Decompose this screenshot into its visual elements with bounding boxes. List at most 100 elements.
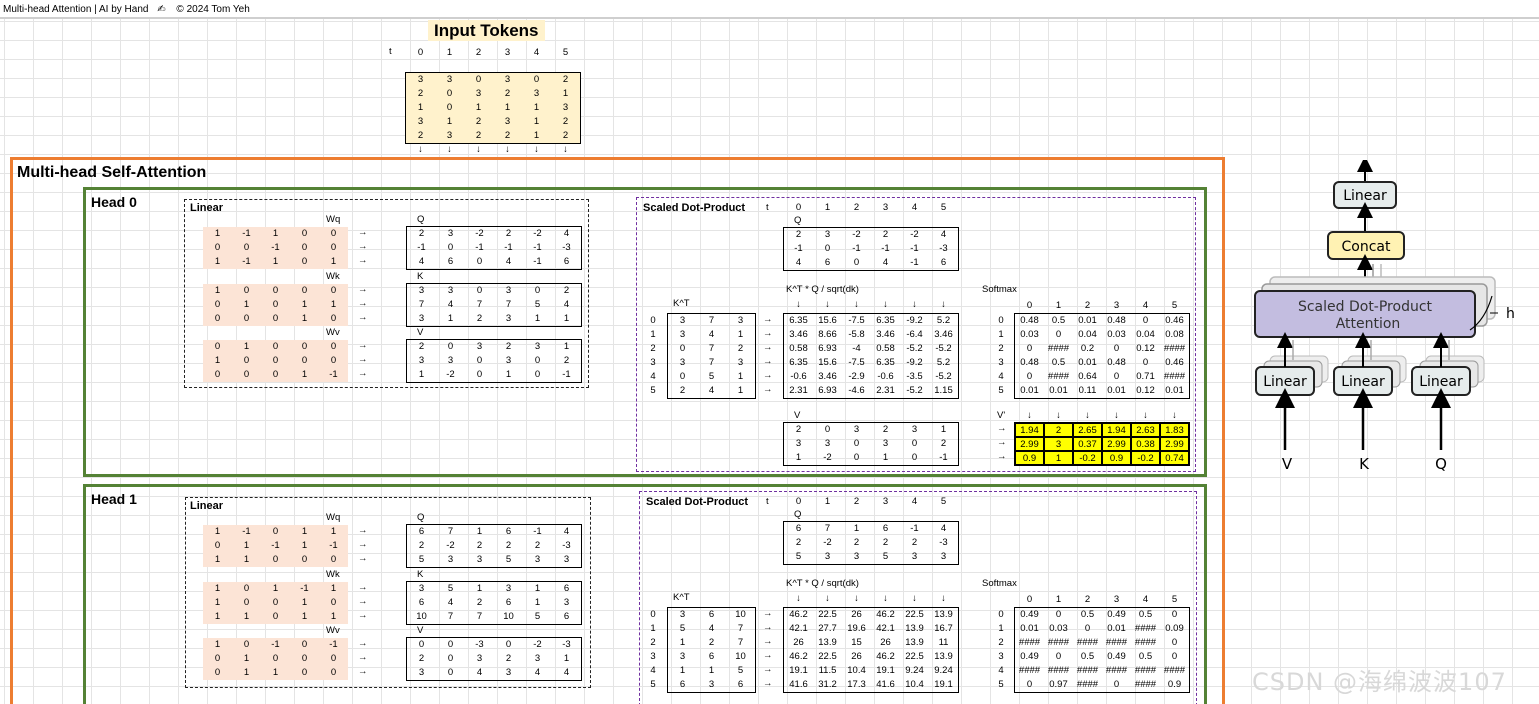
softmax-matrix-cell: 0.2 [1080, 343, 1095, 354]
q-matrix-cell: -1 [533, 242, 542, 253]
softmax-matrix-cell: 0.9 [1167, 679, 1182, 690]
softmax-row-index: 2 [998, 637, 1004, 648]
kt-matrix-cell: 10 [735, 651, 746, 662]
kt-matrix-cell: 5 [737, 665, 744, 676]
q-matrix-cell: 6 [418, 526, 425, 537]
scores-matrix-cell: -4.6 [848, 385, 865, 396]
head-1-title: Head 1 [91, 491, 137, 507]
right-arrow-icon: → [358, 610, 368, 621]
sdp-q-matrix-cell: 7 [824, 523, 831, 534]
input-token-cell: 2 [504, 130, 511, 141]
k-matrix-cell: 10 [416, 611, 427, 622]
wq-matrix-cell: 0 [214, 242, 221, 253]
wv-matrix-cell: 0 [301, 341, 308, 352]
v-matrix-cell: -2 [446, 369, 455, 380]
kt-matrix-cell: 3 [679, 329, 686, 340]
sdp-q-matrix-cell: 3 [911, 551, 918, 562]
sdp-q-matrix-cell: -1 [910, 523, 919, 534]
v-label: V [417, 327, 424, 338]
softmax-matrix-cell: 0.12 [1136, 385, 1155, 396]
scores-matrix-cell: 3.46 [789, 329, 808, 340]
wk-matrix-cell: 1 [214, 611, 221, 622]
softmax-matrix-cell: 0.01 [1107, 623, 1126, 634]
wk-matrix-cell: 0 [243, 285, 250, 296]
kt-matrix-cell: 2 [737, 343, 744, 354]
kt-matrix-cell: 3 [679, 651, 686, 662]
k-matrix-cell: 3 [505, 313, 512, 324]
kt-matrix-cell: 6 [737, 679, 744, 690]
right-arrow-icon: → [358, 553, 368, 564]
q-matrix-cell: -1 [533, 526, 542, 537]
softmax-row-index: 3 [998, 651, 1004, 662]
scores-matrix-cell: 26 [851, 609, 862, 620]
down-arrow-icon: ↓ [912, 299, 917, 310]
sdp-q-matrix-cell: 4 [940, 229, 947, 240]
q-matrix-cell: 2 [505, 540, 512, 551]
scores-matrix-cell: 5.2 [936, 315, 951, 326]
v-matrix-cell: 0 [447, 341, 454, 352]
scores-matrix-cell: 6.35 [789, 357, 808, 368]
svg-text:Attention: Attention [1336, 316, 1401, 332]
sdp-q-matrix-cell: -3 [939, 243, 948, 254]
q-matrix-cell: -1 [475, 242, 484, 253]
kt-matrix-cell: 3 [737, 357, 744, 368]
sdp-q-matrix-cell: 3 [824, 229, 831, 240]
softmax-matrix-cell: 0.5 [1080, 651, 1095, 662]
softmax-matrix-cell: #### [1163, 665, 1186, 676]
softmax-matrix-cell: 0 [1113, 679, 1120, 690]
scores-matrix-cell: 13.9 [934, 609, 953, 620]
softmax-matrix-cell: #### [1134, 665, 1157, 676]
col-index: 4 [911, 496, 918, 507]
softmax-matrix-cell: 0 [1113, 371, 1120, 382]
scores-matrix-cell: 1.15 [934, 385, 953, 396]
v-matrix-cell: 2 [505, 653, 512, 664]
wk-matrix-cell: 1 [301, 597, 308, 608]
sdp-v-matrix-cell: 0 [853, 438, 860, 449]
q-matrix-cell: 2 [534, 540, 541, 551]
wq-matrix-cell: 1 [214, 526, 221, 537]
row-index: 1 [650, 623, 656, 634]
softmax-matrix-cell: 0.46 [1165, 357, 1184, 368]
q-matrix-cell: 2 [476, 540, 483, 551]
k-matrix-cell: 1 [534, 583, 541, 594]
row-index: 0 [650, 315, 656, 326]
scores-matrix-cell: 0.58 [876, 343, 895, 354]
scores-matrix-cell: -7.5 [848, 315, 865, 326]
softmax-matrix-cell: 0.48 [1107, 315, 1126, 326]
wq-matrix-cell: 1 [243, 540, 250, 551]
down-arrow-icon: ↓ [825, 299, 830, 310]
v-matrix-cell: 3 [447, 355, 454, 366]
k-matrix-cell: 7 [447, 611, 454, 622]
wk-matrix-cell: 1 [330, 583, 337, 594]
q-label: Q [417, 214, 425, 225]
right-arrow-icon: → [358, 241, 368, 252]
wv-matrix-cell: 0 [272, 355, 279, 366]
wk-matrix-cell: 0 [272, 597, 279, 608]
scores-matrix-cell: 6.35 [789, 315, 808, 326]
k-matrix-cell: 4 [447, 299, 454, 310]
sdp-q-matrix-cell: -2 [823, 537, 832, 548]
wq-matrix-cell: 1 [272, 256, 279, 267]
kt-matrix-cell: 6 [708, 651, 715, 662]
wv-matrix-cell: 0 [330, 667, 337, 678]
scores-matrix-cell: -9.2 [906, 315, 923, 326]
k-matrix-cell: 1 [447, 313, 454, 324]
q-matrix-cell: 3 [534, 554, 541, 565]
window-title: Multi-head Attention | AI by Hand [3, 4, 149, 15]
scores-matrix-cell: -5.8 [848, 329, 865, 340]
softmax-matrix-cell: 0.04 [1078, 329, 1097, 340]
k-matrix-cell: 4 [563, 299, 570, 310]
wv-matrix-cell: -1 [271, 639, 280, 650]
down-arrow-icon: ↓ [854, 299, 859, 310]
v-matrix-cell: -3 [475, 639, 484, 650]
k-matrix-cell: 7 [476, 611, 483, 622]
sdp-q-matrix-cell: 0 [853, 257, 860, 268]
sdp-q-matrix-cell: 6 [882, 523, 889, 534]
sdp-q-matrix-cell: 5 [795, 551, 802, 562]
input-token-cell: 3 [562, 102, 569, 113]
softmax-matrix-cell: 0.97 [1049, 679, 1068, 690]
q-matrix-cell: 2 [505, 228, 512, 239]
scores-matrix-cell: 15 [851, 637, 862, 648]
right-arrow-icon: → [358, 539, 368, 550]
sdp-q-matrix-cell: 2 [795, 537, 802, 548]
